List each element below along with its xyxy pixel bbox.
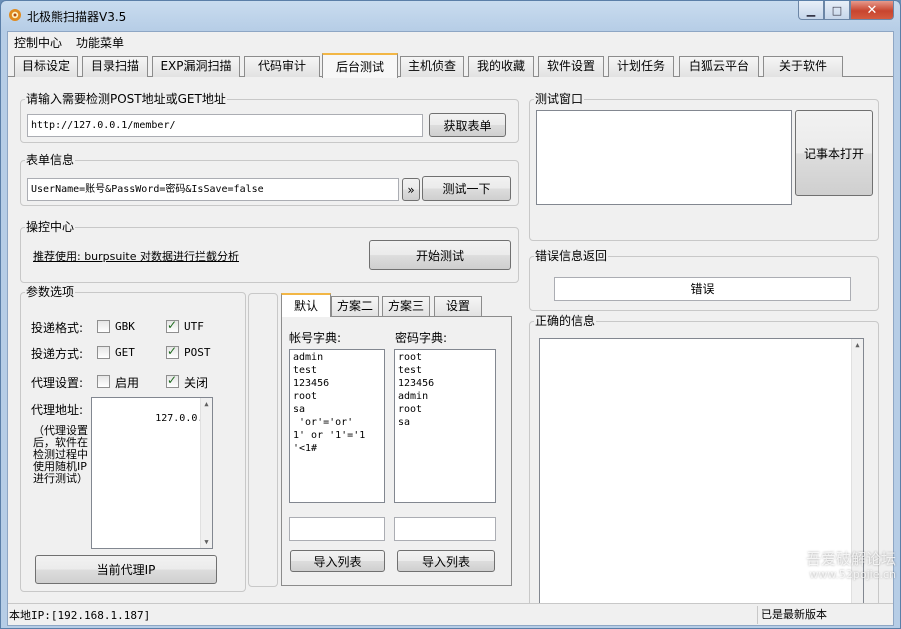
target-url-input[interactable]: http://127.0.0.1/member/ — [27, 114, 423, 137]
import-pass-list-button[interactable]: 导入列表 — [397, 550, 495, 572]
tab-favorites[interactable]: 我的收藏 — [468, 56, 534, 77]
dict-tab-default[interactable]: 默认 — [281, 293, 331, 317]
dict-tab-settings[interactable]: 设置 — [434, 296, 482, 316]
user-dict-list[interactable]: admin test 123456 root sa 'or'='or' 1' o… — [289, 349, 385, 503]
control-group: 操控中心 推荐使用: burpsuite 对数据进行拦截分析 开始测试 — [20, 219, 519, 283]
scroll-up-icon[interactable]: ▲ — [201, 398, 212, 410]
proxy-off-checkbox[interactable]: ✓ — [166, 373, 179, 388]
pass-dict-label: 密码字典: — [395, 331, 448, 345]
dict-tab-control: 默认 方案二 方案三 设置 帐号字典: 密码字典: admin test 123… — [281, 293, 521, 592]
params-group-title: 参数选项 — [25, 284, 76, 300]
start-test-button[interactable]: 开始测试 — [369, 240, 511, 270]
user-dict-input[interactable] — [289, 517, 385, 541]
gbk-label: GBK — [115, 320, 135, 333]
form-data-input[interactable]: UserName=账号&PassWord=密码&IsSave=false — [27, 178, 399, 201]
error-group: 错误信息返回 错误 — [529, 248, 879, 311]
correct-group-title: 正确的信息 — [534, 313, 597, 329]
get-label: GET — [115, 346, 135, 359]
dict-tab-plan2[interactable]: 方案二 — [331, 296, 379, 316]
app-window: 北极熊扫描器V3.5 ▁ □ ✕ 控制中心 功能菜单 目标设定 目录扫描 EXP… — [0, 0, 901, 629]
pass-dict-list[interactable]: root test 123456 admin root sa — [394, 349, 496, 503]
close-icon[interactable]: ✕ — [850, 1, 894, 20]
client-area: 控制中心 功能菜单 目标设定 目录扫描 EXP漏洞扫描 代码审计 后台测试 主机… — [7, 31, 894, 626]
tab-scheduled[interactable]: 计划任务 — [608, 56, 674, 77]
tab-exp-scan[interactable]: EXP漏洞扫描 — [152, 56, 240, 77]
maximize-icon[interactable]: □ — [824, 1, 850, 20]
checkmark-icon: ✓ — [167, 318, 178, 332]
local-ip-status: 本地IP:[192.168.1.187] — [9, 609, 151, 622]
backend-test-panel: 请输入需要检测POST地址或GET地址 http://127.0.0.1/mem… — [8, 77, 893, 621]
url-group-title: 请输入需要检测POST地址或GET地址 — [25, 91, 227, 107]
pass-dict-input[interactable] — [394, 517, 496, 541]
error-output[interactable]: 错误 — [554, 277, 851, 301]
checkmark-icon: ✓ — [167, 344, 178, 358]
test-window-group: 测试窗口 记事本打开 — [529, 91, 879, 241]
status-bar: 本地IP:[192.168.1.187] 已是最新版本 — [8, 603, 893, 625]
get-checkbox[interactable] — [97, 346, 110, 359]
utf-label: UTF — [184, 320, 204, 333]
error-group-title: 错误信息返回 — [534, 248, 609, 264]
menu-control-center[interactable]: 控制中心 — [14, 34, 62, 51]
params-divider — [248, 293, 278, 587]
proxy-note: （代理设置后，软件在检测过程中使用随机IP进行测试） — [33, 424, 88, 485]
tab-target[interactable]: 目标设定 — [14, 56, 78, 77]
post-checkbox[interactable]: ✓ — [166, 344, 179, 359]
proxy-enable-label: 启用 — [115, 376, 140, 390]
current-proxy-button[interactable]: 当前代理IP — [35, 555, 217, 584]
encoding-label: 投递格式: — [31, 321, 84, 335]
version-status: 已是最新版本 — [757, 606, 893, 624]
user-dict-label: 帐号字典: — [289, 331, 342, 345]
tab-code-audit[interactable]: 代码审计 — [244, 56, 320, 77]
proxy-label: 代理设置: — [31, 376, 84, 390]
tab-host-recon[interactable]: 主机侦查 — [400, 56, 464, 77]
proxy-off-label: 关闭 — [184, 376, 209, 390]
main-tabs: 目标设定 目录扫描 EXP漏洞扫描 代码审计 后台测试 主机侦查 我的收藏 软件… — [8, 53, 893, 78]
scroll-down-icon[interactable]: ▼ — [201, 536, 212, 548]
tab-backend-test[interactable]: 后台测试 — [322, 53, 398, 78]
app-logo-icon — [9, 9, 21, 21]
watermark-line1: 吾爱破解论坛 — [805, 550, 896, 568]
proxy-list[interactable]: 127.0.0.1:8080 ▲ ▼ — [91, 397, 213, 549]
checkmark-icon: ✓ — [167, 373, 178, 387]
tab-about[interactable]: 关于软件 — [763, 56, 843, 77]
dict-tab-plan3[interactable]: 方案三 — [382, 296, 430, 316]
method-label: 投递方式: — [31, 347, 84, 361]
post-label: POST — [184, 346, 211, 359]
burpsuite-hint: 推荐使用: burpsuite 对数据进行拦截分析 — [33, 250, 239, 263]
tab-whitefox-cloud[interactable]: 白狐云平台 — [679, 56, 759, 77]
menu-bar: 控制中心 功能菜单 — [8, 32, 893, 51]
watermark-line2: www.52pojie.cn — [809, 568, 896, 581]
title-bar[interactable]: 北极熊扫描器V3.5 ▁ □ ✕ — [1, 1, 900, 31]
proxy-address-label: 代理地址: — [31, 403, 84, 417]
tab-settings[interactable]: 软件设置 — [538, 56, 604, 77]
dict-panel: 帐号字典: 密码字典: admin test 123456 root sa 'o… — [281, 316, 512, 586]
form-group-title: 表单信息 — [25, 152, 76, 168]
form-group: 表单信息 UserName=账号&PassWord=密码&IsSave=fals… — [20, 152, 519, 206]
fetch-form-button[interactable]: 获取表单 — [429, 113, 506, 137]
proxy-enable-checkbox[interactable] — [97, 375, 110, 388]
control-group-title: 操控中心 — [25, 219, 76, 235]
proxy-list-scrollbar[interactable]: ▲ ▼ — [200, 398, 212, 548]
test-window-title: 测试窗口 — [534, 91, 585, 107]
expand-button[interactable]: » — [402, 178, 420, 201]
params-group: 参数选项 投递格式: GBK ✓ UTF 投递方式: GET ✓ POST 代理… — [20, 284, 246, 592]
gbk-checkbox[interactable] — [97, 320, 110, 333]
menu-functions[interactable]: 功能菜单 — [76, 34, 124, 51]
open-notepad-button[interactable]: 记事本打开 — [795, 110, 873, 196]
minimize-icon[interactable]: ▁ — [798, 1, 824, 20]
test-once-button[interactable]: 测试一下 — [422, 176, 511, 201]
import-user-list-button[interactable]: 导入列表 — [290, 550, 385, 572]
test-output-area[interactable] — [536, 110, 792, 205]
url-group: 请输入需要检测POST地址或GET地址 http://127.0.0.1/mem… — [20, 91, 519, 143]
scroll-up-icon[interactable]: ▲ — [852, 339, 863, 351]
tab-dir-scan[interactable]: 目录扫描 — [82, 56, 148, 77]
window-title: 北极熊扫描器V3.5 — [27, 10, 127, 24]
utf-checkbox[interactable]: ✓ — [166, 318, 179, 333]
forum-watermark: 吾爱破解论坛 www.52pojie.cn — [806, 551, 896, 583]
